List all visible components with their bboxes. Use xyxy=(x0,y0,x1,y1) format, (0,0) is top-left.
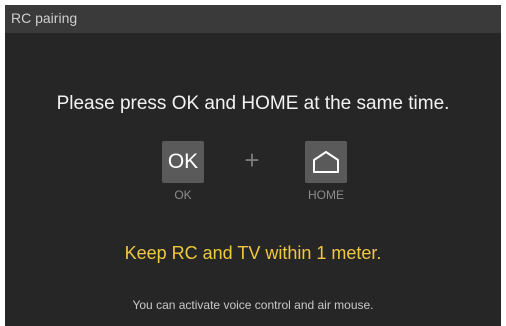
distance-warning: Keep RC and TV within 1 meter. xyxy=(124,243,382,263)
dialog-title: RC pairing xyxy=(11,10,78,26)
plus-sign: + xyxy=(244,145,260,175)
title-bar: RC pairing xyxy=(5,5,501,33)
ok-key-label: OK xyxy=(174,188,192,202)
home-key-graphic xyxy=(305,141,347,183)
feature-footnote: You can activate voice control and air m… xyxy=(132,298,374,312)
pairing-instruction: Please press OK and HOME at the same tim… xyxy=(56,93,450,114)
home-icon xyxy=(313,151,339,173)
ok-key-glyph: OK xyxy=(167,150,199,173)
ok-key-graphic: OK xyxy=(162,141,204,183)
rc-pairing-dialog: RC pairing Please press OK and HOME at t… xyxy=(5,5,501,326)
home-key-label: HOME xyxy=(308,188,344,202)
